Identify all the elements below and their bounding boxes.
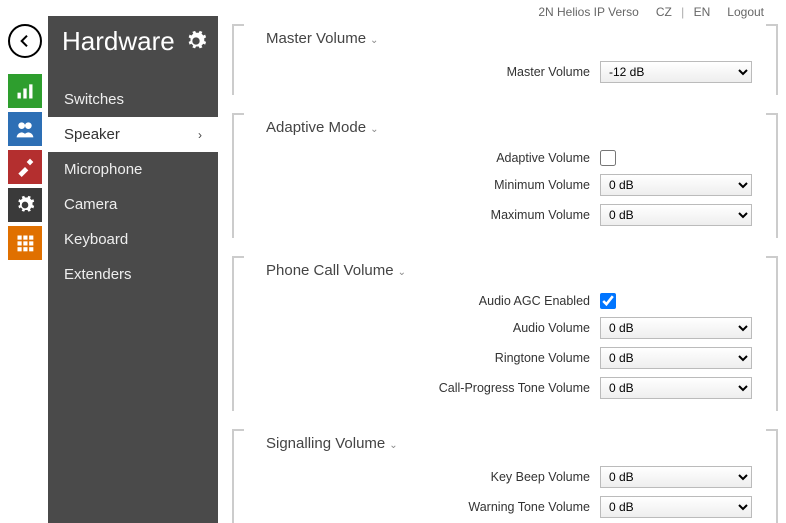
field-call-progress-volume: Call-Progress Tone Volume 0 dB [234,373,752,403]
rail-status-tile[interactable] [8,74,42,108]
key-beep-volume-select[interactable]: 0 dB [600,466,752,488]
minimum-volume-select[interactable]: 0 dB [600,174,752,196]
language-switch: CZ | EN [653,5,713,19]
audio-agc-checkbox[interactable] [600,293,616,309]
sidebar-item-microphone[interactable]: Microphone [48,152,218,187]
arrow-left-icon [17,33,33,49]
field-audio-volume: Audio Volume 0 dB [234,313,752,343]
lang-sep: | [678,5,687,19]
sidebar-item-label: Extenders [64,266,132,283]
tools-icon [15,157,35,177]
call-progress-volume-select[interactable]: 0 dB [600,377,752,399]
maximum-volume-select[interactable]: 0 dB [600,204,752,226]
chevron-right-icon: › [198,128,202,142]
section-body: Master Volume -12 dB [232,55,778,95]
field-label: Call-Progress Tone Volume [234,381,590,395]
sidebar-header: Hardware [48,16,218,66]
chevron-down-icon: ⌄ [370,124,378,135]
rail-services-tile[interactable] [8,150,42,184]
field-label: Key Beep Volume [234,470,590,484]
content: Master Volume ⌄ Master Volume -12 dB Adap… [232,24,778,523]
rail-directory-tile[interactable] [8,112,42,146]
section-title: Adaptive Mode [266,119,366,136]
section-signalling-volume: Signalling Volume ⌄ Key Beep Volume 0 dB … [232,429,778,523]
field-master-volume: Master Volume -12 dB [234,57,752,87]
master-volume-select[interactable]: -12 dB [600,61,752,83]
sidebar-item-label: Speaker [64,126,120,143]
field-warning-tone-volume: Warning Tone Volume 0 dB [234,492,752,522]
field-label: Adaptive Volume [234,151,590,165]
chevron-down-icon: ⌄ [389,440,397,451]
sidebar-item-label: Microphone [64,161,142,178]
section-body: Key Beep Volume 0 dB Warning Tone Volume… [232,460,778,523]
section-phone-call-volume: Phone Call Volume ⌄ Audio AGC Enabled Aud… [232,256,778,411]
section-header[interactable]: Adaptive Mode ⌄ [232,113,778,144]
sidebar-item-label: Camera [64,196,117,213]
section-header[interactable]: Signalling Volume ⌄ [232,429,778,460]
bars-icon [15,81,35,101]
section-master-volume: Master Volume ⌄ Master Volume -12 dB [232,24,778,95]
section-title: Master Volume [266,30,366,47]
rail-system-tile[interactable] [8,226,42,260]
section-header[interactable]: Master Volume ⌄ [232,24,778,55]
grid-icon [15,233,35,253]
back-button[interactable] [8,24,42,58]
section-body: Audio AGC Enabled Audio Volume 0 dB Ring… [232,287,778,411]
sidebar: Hardware Switches Speaker › Microphone Ca… [48,16,218,523]
logout-link[interactable]: Logout [727,5,764,19]
field-label: Minimum Volume [234,178,590,192]
gear-icon [15,195,35,215]
topbar: 2N Helios IP Verso CZ | EN Logout [538,0,786,24]
field-key-beep-volume: Key Beep Volume 0 dB [234,462,752,492]
rail-hardware-tile[interactable] [8,188,42,222]
field-minimum-volume: Minimum Volume 0 dB [234,170,752,200]
section-adaptive-mode: Adaptive Mode ⌄ Adaptive Volume Minimum V… [232,113,778,238]
lang-cz[interactable]: CZ [653,5,675,19]
sidebar-item-switches[interactable]: Switches [48,82,218,117]
field-adaptive-volume: Adaptive Volume [234,146,752,170]
device-name: 2N Helios IP Verso [538,5,639,19]
chevron-down-icon: ⌄ [398,267,406,278]
sidebar-item-speaker[interactable]: Speaker › [48,117,218,152]
sidebar-nav: Switches Speaker › Microphone Camera Keyb… [48,82,218,292]
sidebar-item-label: Keyboard [64,231,128,248]
section-title: Signalling Volume [266,435,385,452]
sidebar-item-camera[interactable]: Camera [48,187,218,222]
field-maximum-volume: Maximum Volume 0 dB [234,200,752,230]
section-header[interactable]: Phone Call Volume ⌄ [232,256,778,287]
users-icon [15,119,35,139]
field-ringtone-volume: Ringtone Volume 0 dB [234,343,752,373]
field-label: Audio Volume [234,321,590,335]
section-title: Phone Call Volume [266,262,394,279]
adaptive-volume-checkbox[interactable] [600,150,616,166]
field-label: Audio AGC Enabled [234,294,590,308]
field-audio-agc: Audio AGC Enabled [234,289,752,313]
field-label: Warning Tone Volume [234,500,590,514]
field-label: Maximum Volume [234,208,590,222]
warning-tone-volume-select[interactable]: 0 dB [600,496,752,518]
field-label: Ringtone Volume [234,351,590,365]
left-rail [8,24,42,264]
section-body: Adaptive Volume Minimum Volume 0 dB Maxi… [232,144,778,238]
lang-en[interactable]: EN [691,5,714,19]
ringtone-volume-select[interactable]: 0 dB [600,347,752,369]
sidebar-item-extenders[interactable]: Extenders [48,257,218,292]
sidebar-title: Hardware [62,26,175,57]
audio-volume-select[interactable]: 0 dB [600,317,752,339]
field-label: Master Volume [234,65,590,79]
gear-icon [185,30,207,52]
sidebar-item-keyboard[interactable]: Keyboard [48,222,218,257]
sidebar-item-label: Switches [64,91,124,108]
chevron-down-icon: ⌄ [370,35,378,46]
